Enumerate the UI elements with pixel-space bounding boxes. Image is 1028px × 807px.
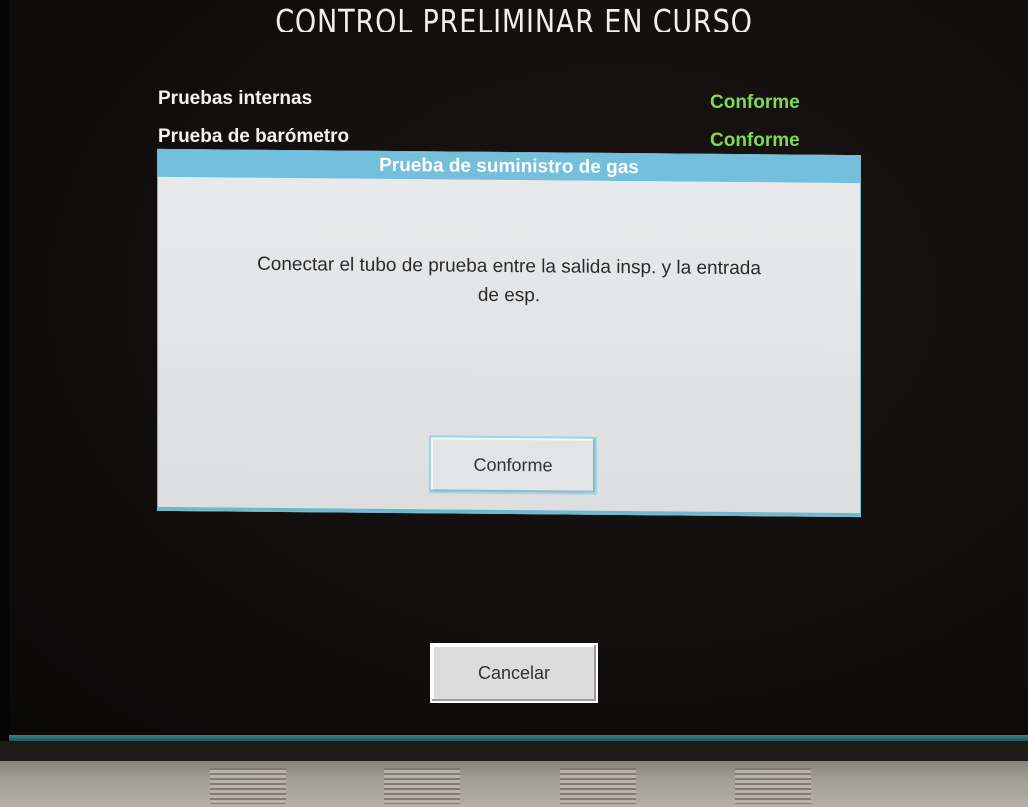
dialog-body: Conectar el tubo de prueba entre la sali…	[158, 176, 860, 517]
cancel-button[interactable]: Cancelar	[430, 643, 598, 703]
vent-grille	[560, 768, 636, 804]
test-label-internal: Pruebas internas	[158, 88, 313, 109]
monitor-photo: CONTROL PRELIMINAR EN CURSO Pruebas inte…	[0, 0, 1028, 807]
dialog-message-line-1: Conectar el tubo de prueba entre la sali…	[257, 253, 761, 280]
monitor-frame	[0, 741, 1028, 761]
test-status-internal: Conforme	[710, 92, 800, 113]
monitor-bezel	[0, 0, 9, 807]
vent-grille	[735, 768, 811, 804]
page-title-text: CONTROL PRELIMINAR EN CURSO	[275, 2, 753, 32]
confirm-button[interactable]: Conforme	[429, 435, 597, 495]
test-status-barometer: Conforme	[710, 130, 800, 151]
dialog-message-line-2: de esp.	[477, 284, 541, 307]
vent-grille	[384, 768, 460, 804]
monitor-panel	[0, 761, 1028, 807]
gas-supply-dialog: Prueba de suministro de gas Conectar el …	[157, 148, 861, 518]
test-label-barometer: Prueba de barómetro	[158, 126, 350, 147]
dialog-message: Conectar el tubo de prueba entre la sali…	[188, 249, 830, 313]
vent-grille	[210, 768, 286, 804]
page-title: CONTROL PRELIMINAR EN CURSO	[93, 2, 936, 32]
